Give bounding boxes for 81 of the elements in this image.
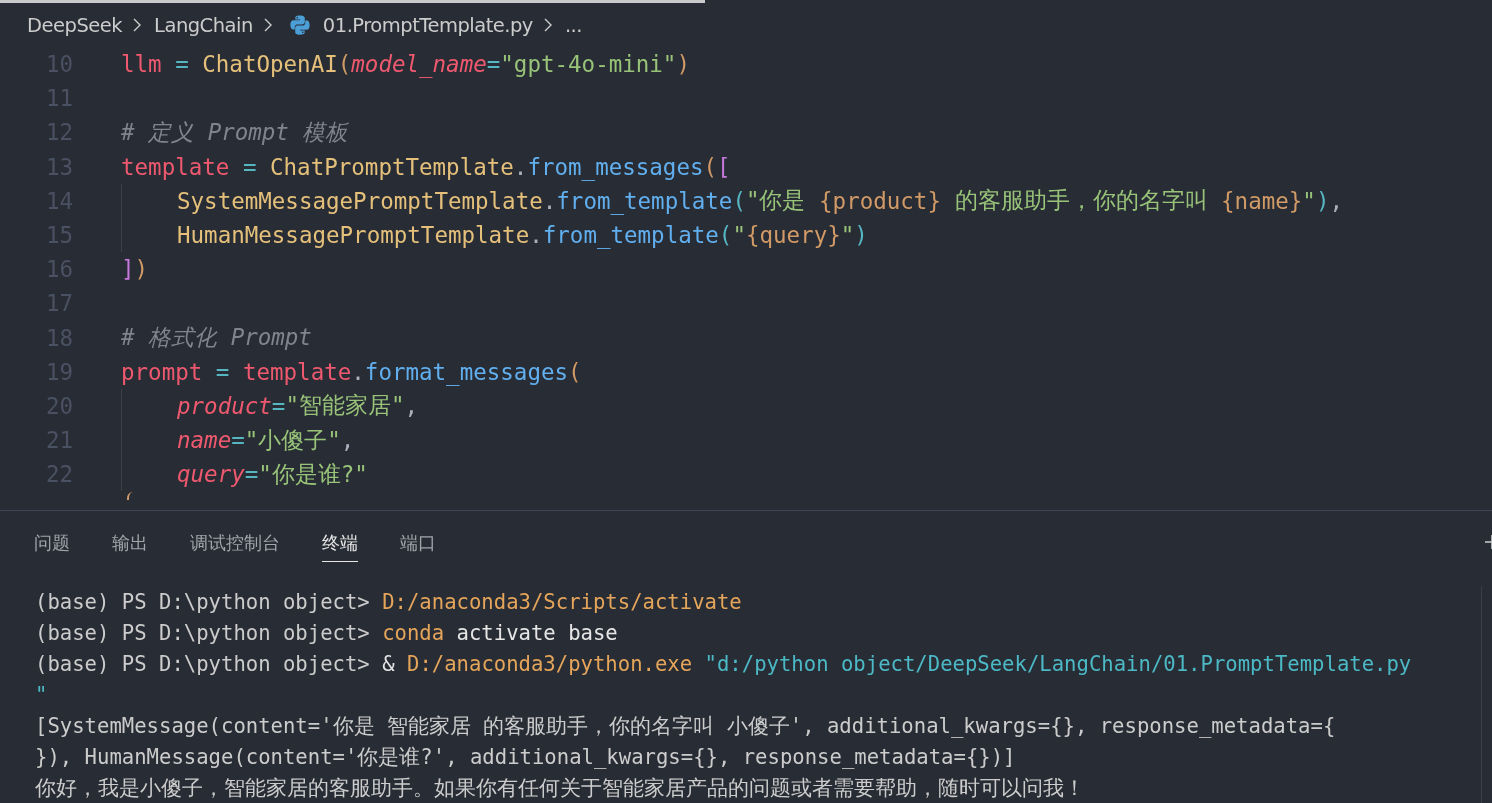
function-token: format_messages [364,358,569,385]
string-token: "智能家居" [285,391,405,421]
breadcrumb-more[interactable]: ... [564,13,582,37]
bracket-token: ( [337,51,352,78]
breadcrumb-item[interactable]: LangChain [154,13,253,37]
placeholder-token: {product} [819,187,941,214]
operator-token: = [486,51,501,78]
bracket-token: ) [1315,187,1330,214]
bracket-token: ] [121,256,135,283]
string-token: "你是 [745,186,807,216]
panel-tab[interactable]: 终端 [322,522,358,562]
placeholder-token: {query} [745,222,841,249]
panel-tab[interactable]: 输出 [112,522,148,562]
class-token: SystemMessagePromptTemplate [177,187,543,214]
string-token: "你是谁?" [258,459,368,489]
parameter-token: name [177,427,232,454]
bracket-token: ) [676,51,690,78]
string-token: " [840,222,855,249]
variable-token: prompt [121,358,203,385]
panel-tab[interactable]: 调试控制台 [190,522,280,562]
punctuation-token: . [542,187,557,214]
punctuation-token: , [1329,187,1343,214]
operator-token: = [214,358,231,385]
variable-token: template [242,358,352,385]
breadcrumb-item[interactable]: 01.PromptTemplate.py [322,13,533,37]
string-token: 的客服助手，你的名字叫 [953,186,1209,216]
bracket-token: ) [854,222,868,249]
bracket-token: ( [568,358,582,385]
bracket-token: ( [718,222,733,249]
string-token: "小傻子" [244,425,341,455]
class-token: ChatPromptTemplate [270,153,514,180]
string-token: " [732,222,746,249]
string-token: "gpt-4o-mini" [500,51,677,78]
terminal-command: D:/anaconda3/Scripts/activate [382,590,742,614]
variable-token: template [121,153,230,180]
punctuation-token: , [340,427,355,454]
parameter-token: model_name [351,51,487,78]
punctuation-token: . [513,153,528,180]
terminal-path: "d:/python object/DeepSeek/LangChain/01.PromptTemplate.py [703,652,1412,676]
punctuation-token: . [529,222,543,249]
terminal-prompt: (base) PS D:\python object> [35,652,371,676]
variable-token: llm [121,51,162,78]
terminal-argument: activate base [455,621,618,645]
python-file-icon [288,14,311,36]
bracket-token: ( [732,187,746,214]
chevron-right-icon [262,16,273,34]
parameter-token: product [177,392,272,419]
class-token: ChatOpenAI [202,51,338,78]
code-comment: # 定义 Prompt 模板 [121,117,349,147]
terminal-prompt: (base) PS D:\python object> [35,621,371,645]
breadcrumb-item[interactable]: DeepSeek [27,13,123,37]
operator-token: = [174,51,190,78]
function-token: from_template [556,187,733,214]
terminal-command: conda [382,621,445,645]
operator-token: = [244,461,259,488]
terminal-prompt: (base) PS D:\python object> [35,590,371,614]
panel-tab[interactable]: 问题 [34,522,70,562]
terminal-command: D:/anaconda3/python.exe [407,652,693,676]
bracket-token: ) [134,256,149,283]
terminal-argument: & [382,652,396,676]
code-comment: # 格式化 Prompt [121,323,312,353]
string-token: " [1302,187,1316,214]
terminal-path: " [35,683,48,707]
terminal-output: 你好，我是小傻子，智能家居的客服助手。如果你有任何关于智能家居产品的问题或者需要帮助，随时可以问我！ [35,776,1085,800]
function-token: from_messages [527,153,704,180]
punctuation-token: . [351,358,365,385]
punctuation-token: , [404,392,418,419]
panel-tab[interactable]: 端口 [400,522,436,562]
operator-token: = [241,153,258,180]
parameter-token: query [177,461,245,488]
bracket-token: ( [703,153,718,180]
bracket-token: [ [717,153,731,180]
chevron-right-icon [542,16,553,34]
operator-token: = [271,392,286,419]
placeholder-token: {name} [1221,187,1303,214]
function-token: from_template [542,222,719,249]
terminal-output: [SystemMessage(content='你是 智能家居 的客服助手，你的名字叫 小傻子', additional_kwargs={}, response_metadata={ [35,714,1336,738]
operator-token: = [231,427,245,454]
chevron-right-icon [132,16,143,34]
terminal-output: }), HumanMessage(content='你是谁?', additional_kwargs={}, response_metadata={})] [35,745,1016,769]
class-token: HumanMessagePromptTemplate [177,222,530,249]
